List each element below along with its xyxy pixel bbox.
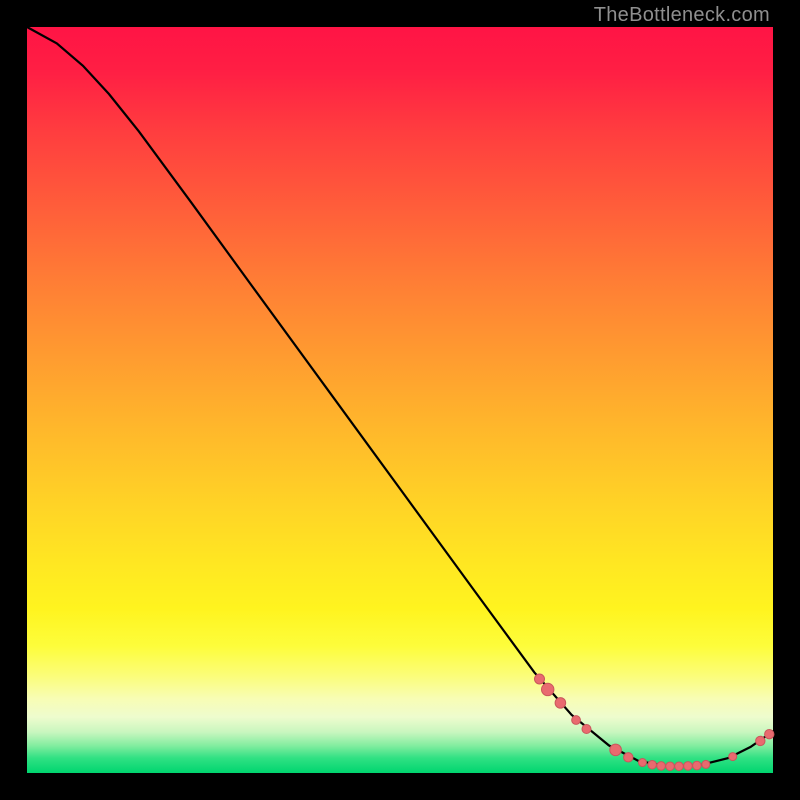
data-dot [624,753,633,762]
curve-layer [27,27,773,773]
data-dot [729,753,737,761]
data-dot [666,762,675,771]
data-dot [582,724,591,733]
data-dot [675,762,684,771]
data-dot [648,760,657,769]
data-dot [693,761,702,770]
data-dot [756,736,765,745]
attribution-text: TheBottleneck.com [594,4,770,27]
data-dot [702,760,710,768]
data-dot [610,744,622,756]
bottleneck-curve [27,27,773,766]
data-dot [542,683,554,695]
data-dot [638,759,646,767]
chart-stage: TheBottleneck.com [0,0,800,800]
data-dot [684,762,693,771]
data-dot [657,762,666,771]
data-dots [535,674,774,771]
data-dot [555,698,566,709]
data-dot [765,730,774,739]
data-dot [535,674,545,684]
data-dot [572,716,581,725]
